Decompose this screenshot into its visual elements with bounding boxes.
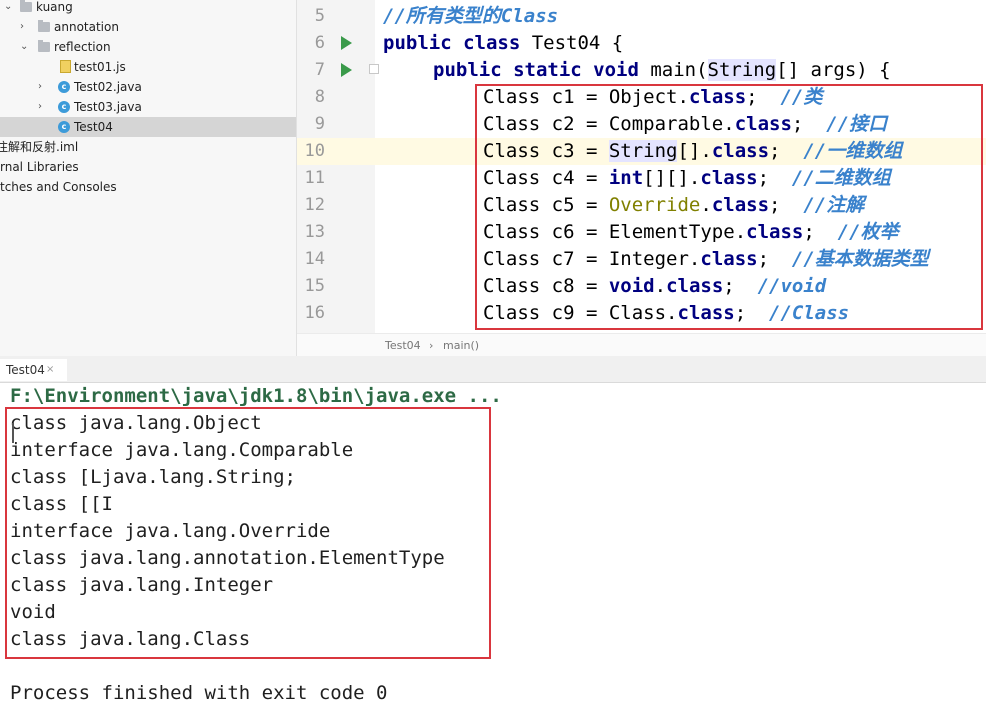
window-edge <box>986 0 996 720</box>
code-highlight-box <box>475 84 983 330</box>
run-tab[interactable]: Test04 <box>0 359 67 381</box>
tree-item-scratches[interactable]: tches and Consoles <box>0 177 296 197</box>
line-number: 10 <box>304 141 325 161</box>
tree-item-test03[interactable]: › c Test03.java <box>0 97 296 117</box>
code-keyword: public static void <box>433 59 639 81</box>
breadcrumb-item-method[interactable]: main() <box>443 339 479 352</box>
run-main-icon[interactable] <box>341 63 352 77</box>
project-tree: ⌄ kuang › annotation ⌄ reflection test01… <box>0 0 297 356</box>
line-number: 5 <box>314 6 325 26</box>
chevron-down-icon[interactable]: ⌄ <box>20 37 28 57</box>
code-text: main( <box>638 59 708 81</box>
code-keyword: public class <box>383 32 521 54</box>
line-number: 11 <box>304 168 325 188</box>
js-file-icon <box>60 60 71 73</box>
line-number: 16 <box>304 303 325 323</box>
code-editor[interactable]: 5 6 7 8 9 10 11 12 13 14 15 16 //所有类型的Cl… <box>297 0 996 333</box>
tree-item-test04[interactable]: c Test04 <box>0 117 296 137</box>
folder-icon <box>20 0 32 12</box>
tree-item-external-libraries[interactable]: rnal Libraries <box>0 157 296 177</box>
run-class-icon[interactable] <box>341 36 352 50</box>
code-text: Test04 { <box>520 32 624 54</box>
run-tool-window-header: Test04 × <box>0 356 986 383</box>
code-type-highlighted: String <box>707 59 777 81</box>
folder-icon <box>38 40 50 52</box>
code-text: [] args) { <box>776 59 891 81</box>
java-class-icon: c <box>58 101 70 113</box>
chevron-down-icon[interactable]: ⌄ <box>4 0 12 17</box>
breadcrumb: Test04 › main() <box>297 333 996 357</box>
line-number: 13 <box>304 222 325 242</box>
output-highlight-box <box>5 407 491 659</box>
line-number: 9 <box>314 114 325 134</box>
chevron-right-icon[interactable]: › <box>20 17 24 37</box>
line-number: 6 <box>314 33 325 53</box>
code-line-7: public static void main(String[] args) { <box>433 57 891 84</box>
java-class-icon: c <box>58 121 70 133</box>
java-class-icon: c <box>58 81 70 93</box>
chevron-right-icon[interactable]: › <box>38 77 42 97</box>
tree-item-test01-js[interactable]: test01.js <box>0 57 296 77</box>
breadcrumb-separator: › <box>429 339 434 352</box>
tree-item-kuang[interactable]: ⌄ kuang <box>0 0 296 17</box>
close-icon[interactable]: × <box>46 359 54 381</box>
tree-item-test02[interactable]: › c Test02.java <box>0 77 296 97</box>
fold-marker-icon[interactable] <box>369 64 379 74</box>
run-console[interactable]: F:\Environment\java\jdk1.8\bin\java.exe … <box>0 383 986 720</box>
line-number: 7 <box>314 60 325 80</box>
line-number: 8 <box>314 87 325 107</box>
tree-item-reflection[interactable]: ⌄ reflection <box>0 37 296 57</box>
line-number: 14 <box>304 249 325 269</box>
console-exit-message: Process finished with exit code 0 <box>10 682 388 704</box>
line-number: 15 <box>304 276 325 296</box>
chevron-right-icon[interactable]: › <box>38 97 42 117</box>
console-command-line: F:\Environment\java\jdk1.8\bin\java.exe … <box>10 385 502 407</box>
breadcrumb-item-class[interactable]: Test04 <box>385 339 421 352</box>
tree-item-annotation[interactable]: › annotation <box>0 17 296 37</box>
tree-item-iml[interactable]: 注解和反射.iml <box>0 137 296 157</box>
code-line-5: //所有类型的Class <box>383 3 558 30</box>
text-caret <box>12 423 14 443</box>
code-comment: //所有类型的Class <box>383 5 559 27</box>
line-number: 12 <box>304 195 325 215</box>
code-line-6: public class Test04 { <box>383 30 623 57</box>
folder-icon <box>38 20 50 32</box>
